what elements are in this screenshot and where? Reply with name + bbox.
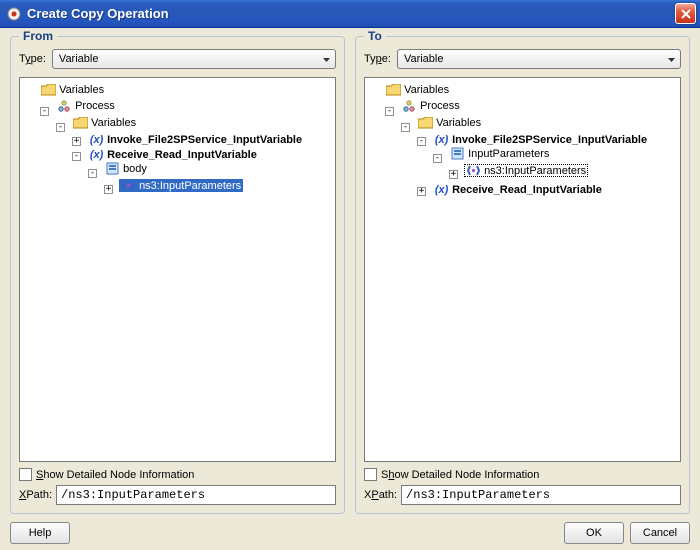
chevron-down-icon — [322, 55, 331, 64]
from-type-combo[interactable]: Variable — [52, 49, 336, 69]
tree-expander[interactable]: - — [385, 107, 394, 116]
tree-expander — [369, 87, 378, 96]
variable-icon: (x) — [434, 133, 449, 146]
from-group: From Type: Variable Variables — [10, 36, 345, 514]
variable-icon: (x) — [89, 148, 104, 161]
element-icon — [121, 179, 136, 192]
tree-node-process[interactable]: Process — [400, 100, 462, 113]
from-show-detail-checkbox[interactable] — [19, 468, 32, 481]
variable-icon: (x) — [89, 133, 104, 146]
tree-node-invoke[interactable]: (x) Invoke_File2SPService_InputVariable — [87, 133, 304, 146]
to-title: To — [364, 29, 386, 43]
app-icon — [6, 6, 22, 22]
folder-open-icon — [418, 117, 433, 130]
tree-node-body[interactable]: body — [103, 162, 149, 175]
tree-expander[interactable]: - — [72, 152, 81, 161]
message-part-icon — [105, 162, 120, 175]
to-type-value: Variable — [404, 53, 444, 65]
titlebar[interactable]: Create Copy Operation — [0, 0, 700, 28]
cancel-button[interactable]: Cancel — [630, 522, 690, 544]
process-icon — [402, 100, 417, 113]
chevron-down-icon — [667, 55, 676, 64]
message-part-icon — [450, 147, 465, 160]
tree-node-variables[interactable]: Variables — [71, 117, 138, 130]
tree-node-variables-root[interactable]: Variables — [384, 83, 451, 96]
tree-expander — [24, 87, 33, 96]
element-icon — [466, 164, 481, 177]
tree-expander[interactable]: - — [88, 169, 97, 178]
tree-expander[interactable]: - — [401, 123, 410, 132]
folder-open-icon — [73, 117, 88, 130]
tree-node-receive[interactable]: (x) Receive_Read_InputVariable — [87, 148, 259, 161]
tree-node-ns3-selected[interactable]: ns3:InputParameters — [464, 164, 588, 177]
process-icon — [57, 100, 72, 113]
from-type-label: Type: — [19, 53, 46, 65]
from-xpath-label: XPath: — [19, 489, 52, 501]
tree-expander[interactable]: - — [40, 107, 49, 116]
tree-expander[interactable]: - — [56, 123, 65, 132]
tree-node-inputparameters[interactable]: InputParameters — [448, 147, 551, 160]
tree-expander[interactable]: - — [417, 137, 426, 146]
from-title: From — [19, 29, 57, 43]
from-tree[interactable]: Variables - Process — [19, 77, 336, 462]
to-type-label: Type: — [364, 53, 391, 65]
to-group: To Type: Variable Variables — [355, 36, 690, 514]
tree-expander[interactable]: + — [72, 137, 81, 146]
tree-node-invoke[interactable]: (x) Invoke_File2SPService_InputVariable — [432, 133, 649, 146]
tree-expander[interactable]: + — [449, 170, 458, 179]
tree-node-variables-root[interactable]: Variables — [39, 83, 106, 96]
to-tree[interactable]: Variables - Process — [364, 77, 681, 462]
tree-node-variables[interactable]: Variables — [416, 117, 483, 130]
to-xpath-input[interactable]: /ns3:InputParameters — [401, 485, 681, 505]
tree-node-ns3-selected[interactable]: ns3:InputParameters — [119, 179, 243, 192]
variable-icon: (x) — [434, 183, 449, 196]
ok-button[interactable]: OK — [564, 522, 624, 544]
tree-expander[interactable]: + — [417, 187, 426, 196]
from-show-detail-label[interactable]: Show Detailed Node Information — [36, 469, 194, 481]
to-type-combo[interactable]: Variable — [397, 49, 681, 69]
help-button[interactable]: Help — [10, 522, 70, 544]
to-show-detail-label[interactable]: Show Detailed Node Information — [381, 469, 539, 481]
from-type-value: Variable — [59, 53, 99, 65]
folder-icon — [41, 83, 56, 96]
tree-node-receive[interactable]: (x) Receive_Read_InputVariable — [432, 183, 604, 196]
from-xpath-input[interactable]: /ns3:InputParameters — [56, 485, 336, 505]
window-close-button[interactable] — [675, 3, 696, 24]
tree-expander[interactable]: + — [104, 185, 113, 194]
to-show-detail-checkbox[interactable] — [364, 468, 377, 481]
folder-icon — [386, 83, 401, 96]
tree-expander[interactable]: - — [433, 154, 442, 163]
to-xpath-label: XPath: — [364, 489, 397, 501]
tree-node-process[interactable]: Process — [55, 100, 117, 113]
window-title: Create Copy Operation — [27, 6, 675, 21]
